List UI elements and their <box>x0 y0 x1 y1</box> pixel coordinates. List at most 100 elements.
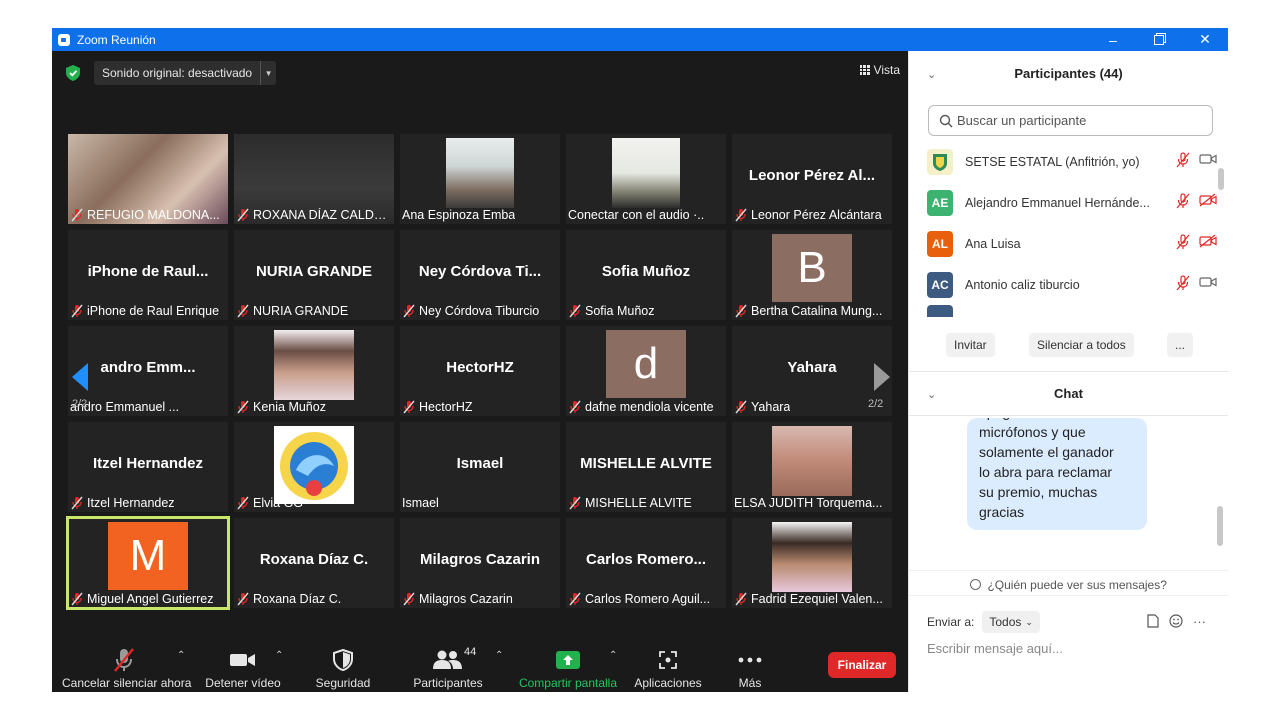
window-title: Zoom Reunión <box>77 32 156 47</box>
share-screen-button[interactable]: Compartir pantalla <box>518 646 618 690</box>
original-sound-label: Sonido original: desactivado <box>102 66 253 80</box>
muted-mic-icon[interactable] <box>1175 193 1191 212</box>
video-tile[interactable]: M Miguel Angel Gutierrez <box>66 516 230 610</box>
participants-options-caret-icon[interactable]: ⌃ <box>495 650 503 661</box>
participants-more-button[interactable]: ... <box>1167 333 1194 357</box>
participant-list-name: Ana Luisa <box>965 236 1021 251</box>
end-meeting-button[interactable]: Finalizar <box>828 652 896 678</box>
participant-list-name: Alejandro Emmanuel Hernánde... <box>965 195 1150 210</box>
video-tile[interactable]: Milagros Cazarin Milagros Cazarin <box>400 518 560 608</box>
stop-video-button[interactable]: Detener vídeo <box>202 646 284 690</box>
participant-row[interactable]: AC Antonio caliz tiburcio <box>927 264 1217 305</box>
title-bar: Zoom Reunión – ✕ <box>52 28 1228 51</box>
video-tile[interactable]: Roxana Díaz C. Roxana Díaz C. <box>234 518 394 608</box>
video-tile[interactable]: Itzel Hernandez Itzel Hernandez <box>68 422 228 512</box>
tile-caption: Ismael <box>402 495 558 511</box>
more-button[interactable]: Más <box>728 646 772 690</box>
muted-mic-icon <box>734 304 748 318</box>
participant-list[interactable]: SETSE ESTATAL (Anfitrión, yo) AE Alejandro… <box>909 143 1221 317</box>
video-camera-icon[interactable] <box>1199 275 1217 294</box>
video-tile[interactable]: d dafne mendiola vicente <box>566 326 726 416</box>
muted-mic-icon[interactable] <box>1175 152 1191 171</box>
tile-caption: HectorHZ <box>402 399 558 415</box>
video-camera-icon[interactable] <box>1199 152 1217 171</box>
participants-button[interactable]: 44 Participantes <box>408 646 488 690</box>
participant-row[interactable]: SETSE ESTATAL (Anfitrión, yo) <box>927 143 1217 182</box>
video-tile[interactable]: Ana Espinoza Emba <box>400 134 560 224</box>
muted-mic-icon <box>568 592 582 606</box>
video-tile[interactable]: MISHELLE ALVITE MISHELLE ALVITE <box>566 422 726 512</box>
search-placeholder: Buscar un participante <box>957 113 1087 128</box>
share-options-caret-icon[interactable]: ⌃ <box>609 650 617 661</box>
video-tile[interactable]: Ney Córdova Ti... Ney Córdova Tiburcio <box>400 230 560 320</box>
file-icon[interactable] <box>1147 614 1159 631</box>
chat-scrollbar[interactable] <box>1217 506 1223 546</box>
view-button[interactable]: Vista <box>859 63 900 77</box>
collapse-chevron-icon[interactable]: ⌄ <box>927 68 936 81</box>
chat-collapse-chevron-icon[interactable]: ⌄ <box>927 388 936 401</box>
send-to-dropdown[interactable]: Todos ⌄ <box>982 611 1040 633</box>
participant-name: Elvia GG <box>253 496 304 510</box>
tile-display-name: Leonor Pérez Al... <box>748 167 876 184</box>
participant-name: dafne mendiola vicente <box>585 400 714 414</box>
participant-list-name: Antonio caliz tiburcio <box>965 277 1080 292</box>
unmute-button[interactable]: Cancelar silenciar ahora <box>62 646 191 690</box>
video-tile[interactable]: Leonor Pérez Al... Leonor Pérez Alcántara <box>732 134 892 224</box>
video-tile[interactable]: HectorHZ HectorHZ <box>400 326 560 416</box>
video-tile[interactable]: Fadrid Ezequiel Valen... <box>732 518 892 608</box>
participant-search-input[interactable]: Buscar un participante <box>928 105 1213 136</box>
muted-mic-icon <box>236 496 250 510</box>
apps-button[interactable]: Aplicaciones <box>632 646 704 690</box>
send-to-value: Todos <box>989 615 1022 629</box>
audio-options-caret-icon[interactable]: ⌃ <box>177 650 185 661</box>
video-tile[interactable]: Carlos Romero... Carlos Romero Aguil... <box>566 518 726 608</box>
participant-row[interactable]: AE Alejandro Emmanuel Hernánde... <box>927 182 1217 223</box>
muted-mic-icon <box>236 304 250 318</box>
video-tile[interactable]: iPhone de Raul... iPhone de Raul Enrique <box>68 230 228 320</box>
video-tile[interactable]: ROXANA DÍAZ CALDE... <box>234 134 394 224</box>
close-button[interactable]: ✕ <box>1182 28 1228 51</box>
who-can-see-link[interactable]: ¿Quién puede ver sus mensajes? <box>909 578 1228 592</box>
participant-avatar: AC <box>927 271 953 298</box>
video-tile[interactable]: Sofia Muñoz Sofia Muñoz <box>566 230 726 320</box>
video-tile[interactable]: Kenia Muñoz <box>234 326 394 416</box>
tile-caption: Fadrid Ezequiel Valen... <box>734 591 890 607</box>
participant-name: Miguel Angel Gutierrez <box>87 592 214 606</box>
security-button[interactable]: Seguridad <box>310 646 376 690</box>
video-off-icon[interactable] <box>1199 234 1217 253</box>
chevron-down-icon[interactable]: ▼ <box>260 61 276 85</box>
tile-caption: Ney Córdova Tiburcio <box>402 303 558 319</box>
who-can-see-label: ¿Quién puede ver sus mensajes? <box>987 578 1167 592</box>
tile-caption: MISHELLE ALVITE <box>568 495 724 511</box>
participant-video-feed <box>772 426 852 496</box>
chat-message-input[interactable]: Escribir mensaje aquí... <box>927 641 1063 656</box>
video-tile[interactable]: ELSA JUDITH Torquema... <box>732 422 892 512</box>
video-tile[interactable]: NURIA GRANDE NURIA GRANDE <box>234 230 394 320</box>
participant-row[interactable]: AL Ana Luisa <box>927 223 1217 264</box>
video-tile[interactable]: Conectar con el audio ·.. <box>566 134 726 224</box>
tile-caption: Bertha Catalina Mung... <box>734 303 890 319</box>
mute-all-button[interactable]: Silenciar a todos <box>1029 333 1134 357</box>
video-tile[interactable]: REFUGIO MALDONA... <box>68 134 228 224</box>
muted-mic-icon[interactable] <box>1175 234 1191 253</box>
tile-caption: ELSA JUDITH Torquema... <box>734 495 890 511</box>
original-sound-button[interactable]: Sonido original: desactivado ▼ <box>94 61 277 85</box>
muted-mic-icon[interactable] <box>1175 275 1191 294</box>
restore-button[interactable] <box>1136 28 1182 51</box>
minimize-button[interactable]: – <box>1090 28 1136 51</box>
participant-avatar: AL <box>927 230 953 257</box>
video-tile[interactable]: B Bertha Catalina Mung... <box>732 230 892 320</box>
muted-mic-icon <box>236 592 250 606</box>
video-tile[interactable]: Elvia GG <box>234 422 394 512</box>
video-tile[interactable]: Ismael Ismael <box>400 422 560 512</box>
gallery-view-icon <box>859 65 870 75</box>
security-shield-icon <box>333 649 353 671</box>
emoji-icon[interactable] <box>1169 614 1183 631</box>
zoom-logo-icon <box>58 33 70 46</box>
chat-more-icon[interactable]: ··· <box>1193 614 1206 631</box>
video-options-caret-icon[interactable]: ⌃ <box>275 650 283 661</box>
video-off-icon[interactable] <box>1199 193 1217 212</box>
participant-list-scrollbar[interactable] <box>1218 168 1224 190</box>
invite-button[interactable]: Invitar <box>946 333 995 357</box>
participants-label: Participantes <box>413 676 483 690</box>
